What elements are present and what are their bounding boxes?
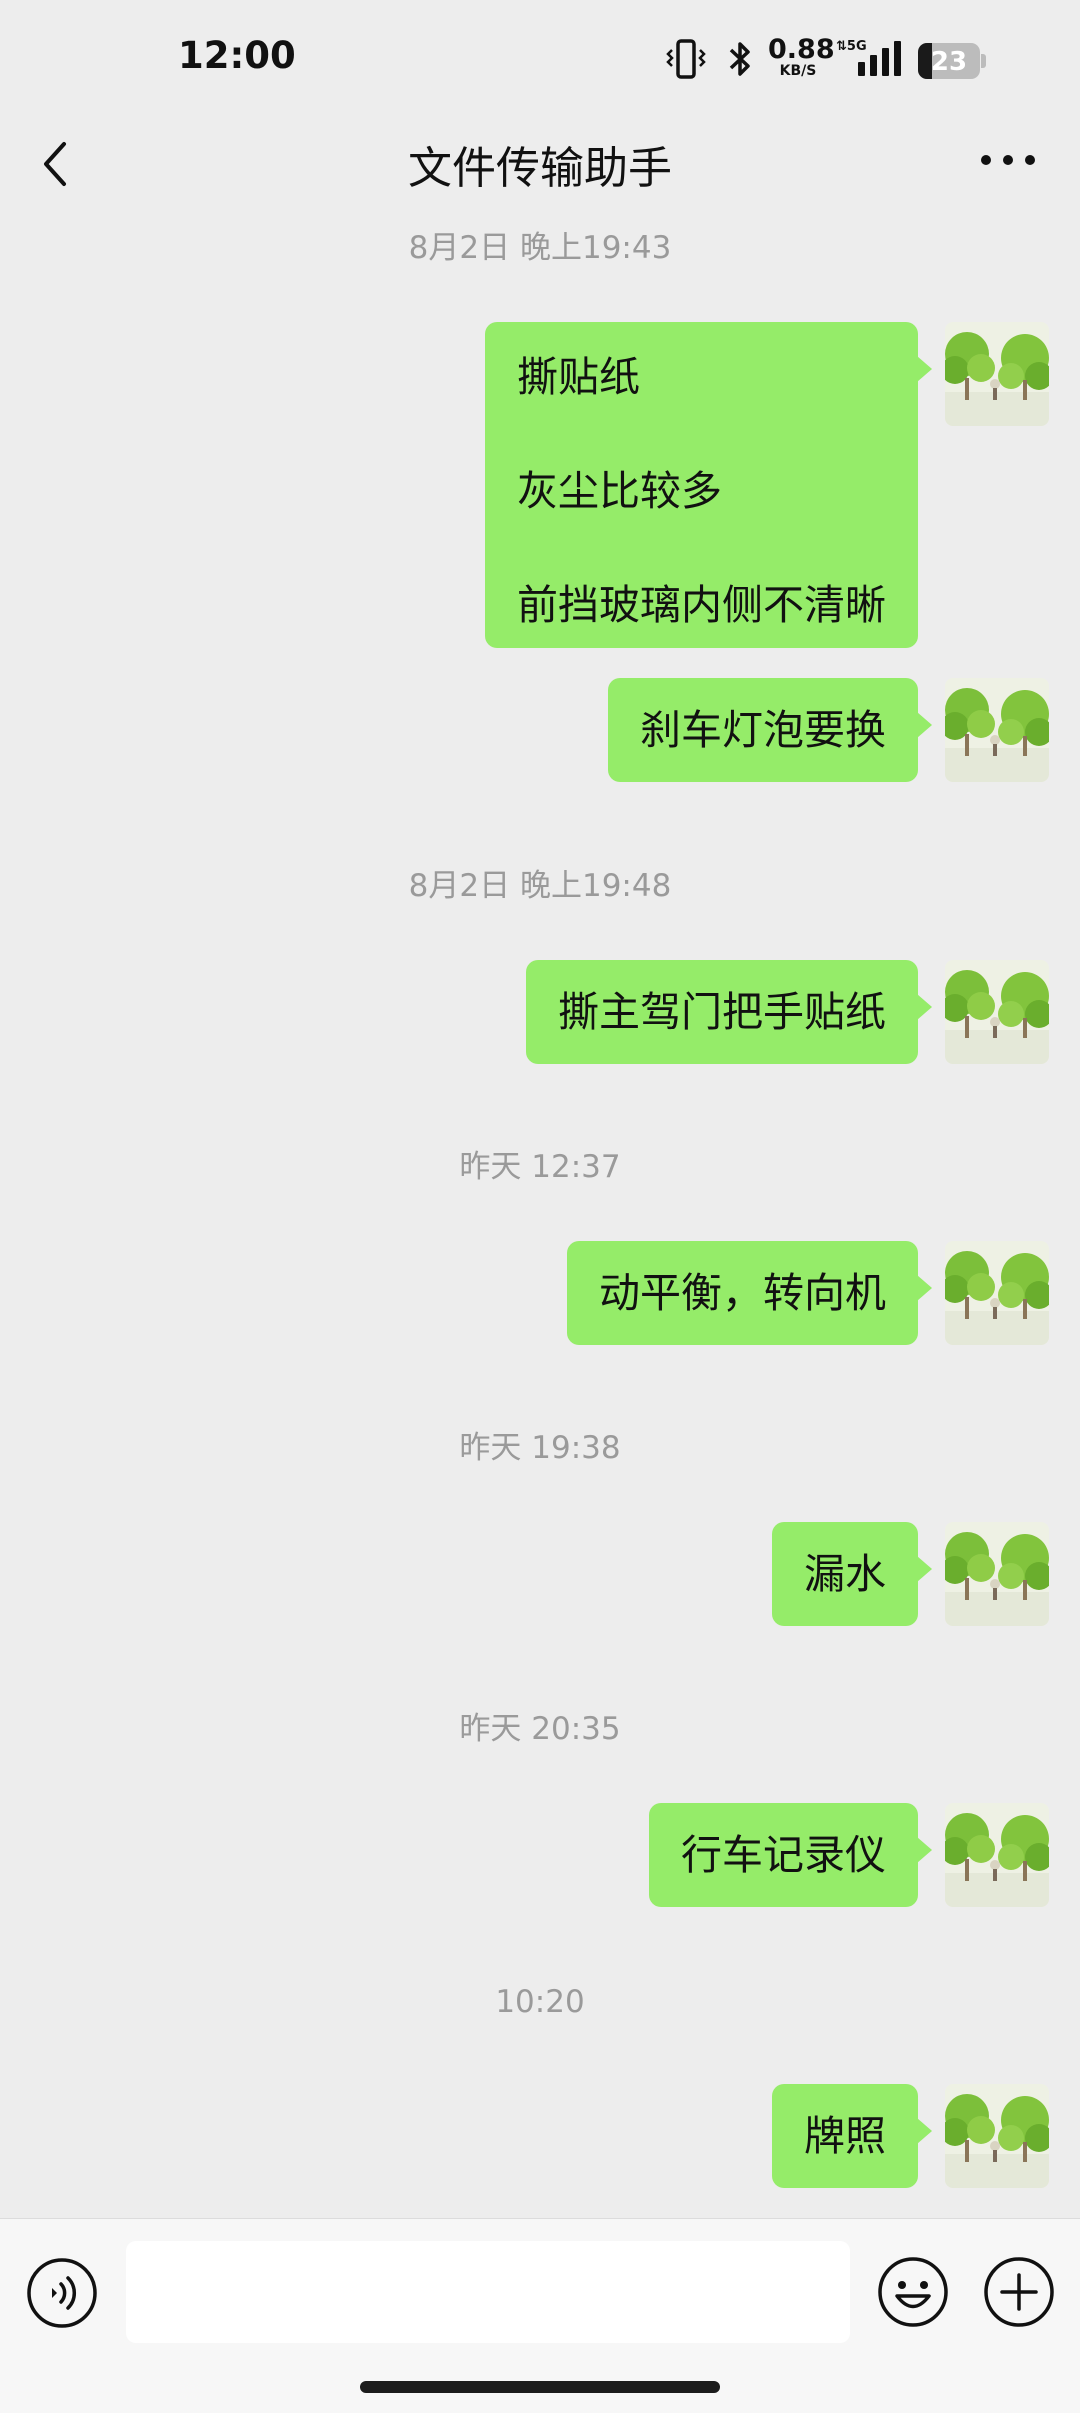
status-bar: 12:00 0.88 KB/S ⇅5G 23 [0, 0, 1080, 110]
message-text: 行车记录仪 [681, 1831, 886, 1879]
input-bar [0, 2218, 1080, 2413]
message-input[interactable] [126, 2241, 850, 2343]
nav-bar: 文件传输助手 [0, 110, 1080, 220]
more-dots-icon [981, 155, 1035, 165]
timestamp: 昨天 19:38 [459, 1430, 621, 1466]
message-bubble[interactable]: 漏水 [772, 1522, 932, 1626]
status-time: 12:00 [178, 34, 296, 77]
message-bubble[interactable]: 动平衡，转向机 [567, 1241, 932, 1345]
vibrate-icon [666, 38, 706, 84]
timestamp: 10:20 [495, 1984, 585, 2020]
timestamp: 8月2日 晚上19:48 [408, 868, 672, 904]
emoji-icon [878, 2257, 948, 2327]
more-functions-button[interactable] [982, 2255, 1056, 2333]
message-bubble[interactable]: 撕贴纸 灰尘比较多 前挡玻璃内侧不清晰 [485, 322, 932, 648]
message-text: 漏水 [804, 1550, 886, 1598]
message-text: 灰尘比较多 [517, 467, 722, 515]
avatar[interactable] [945, 1803, 1049, 1907]
avatar[interactable] [945, 1522, 1049, 1626]
network-speed-unit: KB/S [779, 63, 817, 79]
network-speed-value: 0.88 [768, 34, 835, 65]
message-bubble[interactable]: 牌照 [772, 2084, 932, 2188]
battery-icon: 23 [918, 43, 980, 79]
message-text: 撕贴纸 [517, 353, 640, 401]
avatar-image [945, 1241, 1049, 1345]
avatar[interactable] [945, 960, 1049, 1064]
timestamp: 昨天 12:37 [459, 1149, 621, 1185]
emoji-button[interactable] [876, 2255, 950, 2333]
message-text: 刹车灯泡要换 [640, 706, 886, 754]
plus-icon [984, 2257, 1054, 2327]
message-bubble[interactable]: 行车记录仪 [649, 1803, 932, 1907]
voice-button[interactable] [26, 2257, 98, 2333]
voice-icon [27, 2258, 97, 2328]
network-speed: 0.88 KB/S [768, 36, 835, 79]
home-indicator[interactable] [360, 2381, 720, 2393]
message-text: 动平衡，转向机 [599, 1269, 886, 1317]
avatar-image [945, 322, 1049, 426]
data-arrows-icon: ⇅ [836, 39, 847, 54]
avatar[interactable] [945, 2084, 1049, 2188]
message-bubble[interactable]: 刹车灯泡要换 [608, 678, 932, 782]
avatar[interactable] [945, 678, 1049, 782]
avatar[interactable] [945, 322, 1049, 426]
message-text: 前挡玻璃内侧不清晰 [517, 581, 886, 629]
avatar-image [945, 2084, 1049, 2188]
bluetooth-icon [726, 38, 754, 84]
more-button[interactable] [978, 150, 1038, 174]
battery-level: 23 [930, 47, 968, 77]
avatar-image [945, 960, 1049, 1064]
timestamp: 昨天 20:35 [459, 1711, 621, 1747]
avatar-image [945, 1803, 1049, 1907]
avatar-image [945, 1522, 1049, 1626]
timestamp: 8月2日 晚上19:43 [408, 230, 672, 266]
signal-icon [856, 40, 904, 82]
message-text: 牌照 [804, 2112, 886, 2160]
message-text: 撕主驾门把手贴纸 [558, 988, 886, 1036]
chat-title: 文件传输助手 [408, 143, 672, 194]
message-bubble[interactable]: 撕主驾门把手贴纸 [526, 960, 932, 1064]
battery-tip [981, 54, 986, 68]
avatar-image [945, 678, 1049, 782]
avatar[interactable] [945, 1241, 1049, 1345]
